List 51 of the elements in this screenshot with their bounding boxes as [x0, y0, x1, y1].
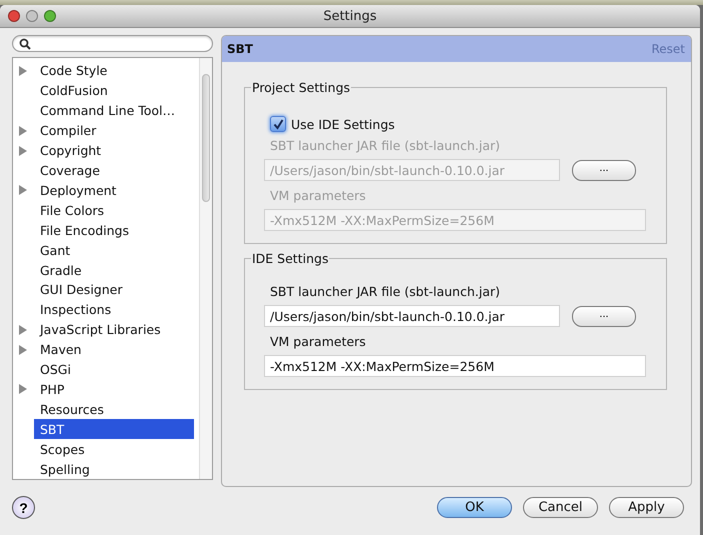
scroll-thumb[interactable]: [202, 74, 210, 202]
browse-button[interactable]: ...: [572, 306, 636, 326]
field-label: VM parameters: [270, 334, 367, 349]
tree-item[interactable]: File Encodings: [34, 220, 194, 240]
dialog-button[interactable]: Cancel: [523, 497, 598, 518]
expand-arrow-icon[interactable]: [19, 344, 27, 355]
tree-item[interactable]: Code Style: [34, 61, 194, 81]
tree-item[interactable]: Resources: [34, 399, 194, 420]
dialog-button[interactable]: OK: [437, 497, 512, 518]
tree-item[interactable]: JavaScript Libraries: [34, 320, 194, 340]
tree-item[interactable]: File Colors: [34, 200, 194, 220]
panel-title: SBT: [227, 42, 253, 56]
tree-item[interactable]: Inspections: [34, 300, 194, 320]
minimize-icon[interactable]: [26, 10, 38, 22]
field-label: SBT launcher JAR file (sbt-launch.jar): [270, 138, 502, 153]
tree-item[interactable]: Spelling: [34, 459, 194, 480]
tree-item[interactable]: OSGi: [34, 360, 194, 380]
help-button[interactable]: ?: [12, 496, 35, 519]
group-title: Project Settings: [251, 80, 352, 95]
tree-item[interactable]: Copyright: [34, 140, 194, 161]
tree-item[interactable]: Gradle: [34, 260, 194, 280]
tree-item[interactable]: PHP: [34, 380, 194, 400]
tree-item[interactable]: Deployment: [34, 180, 194, 200]
input-field[interactable]: -Xmx512M -XX:MaxPermSize=256M: [264, 355, 646, 377]
tree-item[interactable]: Scopes: [34, 439, 194, 460]
search-field[interactable]: [12, 35, 213, 52]
tree-item[interactable]: Maven: [34, 340, 194, 360]
scrollbar[interactable]: [199, 58, 212, 479]
window-title: Settings: [323, 8, 377, 24]
expand-arrow-icon[interactable]: [19, 185, 27, 196]
dialog-button[interactable]: Apply: [609, 497, 684, 518]
expand-arrow-icon[interactable]: [19, 384, 27, 394]
input-field[interactable]: /Users/jason/bin/sbt-launch-0.10.0.jar: [264, 305, 560, 327]
tree-item[interactable]: GUI Designer: [34, 280, 194, 300]
tree-item[interactable]: ColdFusion: [34, 80, 194, 101]
close-icon[interactable]: [8, 10, 20, 22]
expand-arrow-icon[interactable]: [19, 146, 27, 156]
checkbox-label: Use IDE Settings: [291, 116, 395, 132]
search-icon: [19, 38, 31, 50]
tree-item[interactable]: Coverage: [34, 160, 194, 180]
tree-item[interactable]: Command Line Tool…: [34, 100, 194, 121]
zoom-icon[interactable]: [44, 10, 56, 22]
tree-item[interactable]: SBT: [34, 419, 194, 440]
tree-item[interactable]: Gant: [34, 240, 194, 260]
field-label: VM parameters: [270, 188, 367, 203]
expand-arrow-icon[interactable]: [19, 324, 27, 335]
group-title: IDE Settings: [251, 251, 330, 266]
field-label: SBT launcher JAR file (sbt-launch.jar): [270, 284, 502, 299]
expand-arrow-icon[interactable]: [19, 126, 27, 136]
expand-arrow-icon[interactable]: [19, 66, 27, 76]
tree-item[interactable]: Compiler: [34, 120, 194, 141]
